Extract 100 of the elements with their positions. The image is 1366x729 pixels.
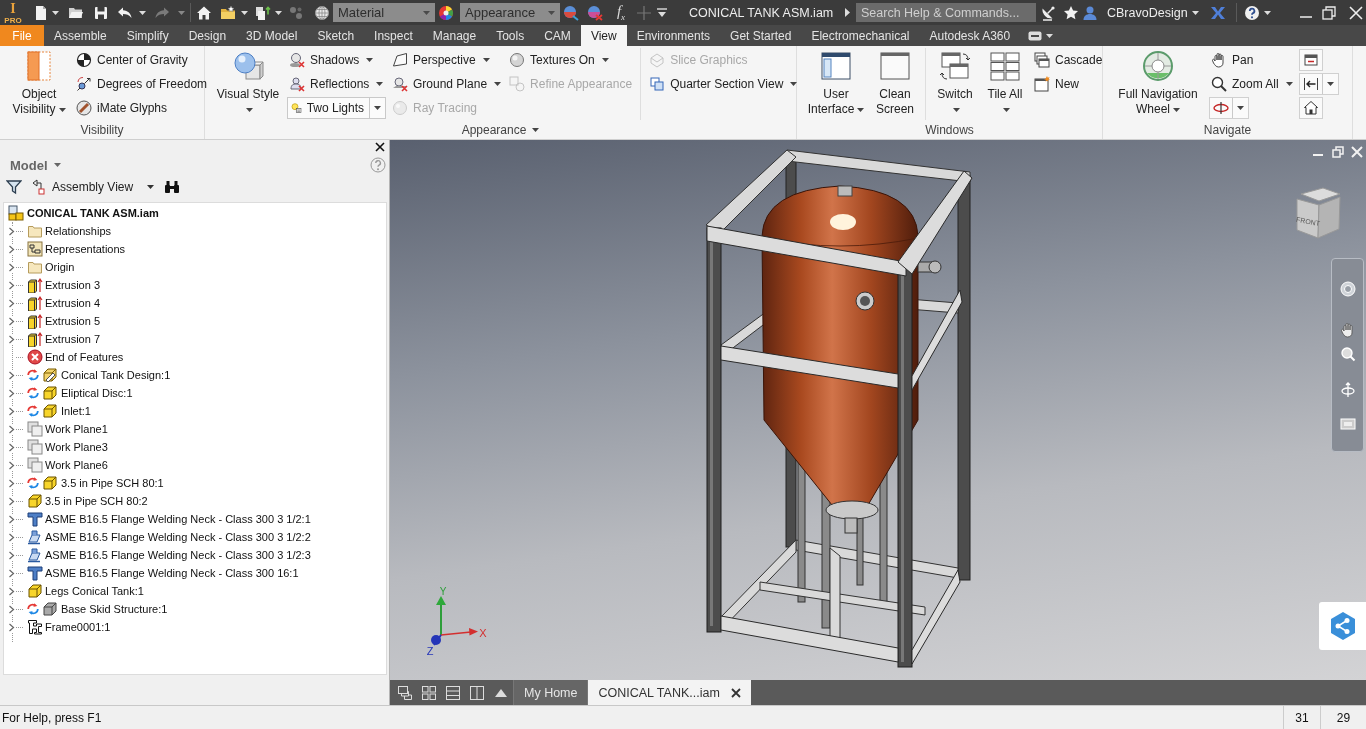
ribbon-tab[interactable]: Environments (626, 25, 721, 46)
icon-button[interactable] (1298, 73, 1339, 95)
help-icon[interactable] (1244, 4, 1260, 21)
ribbon-button[interactable]: Center of Gravity (74, 48, 190, 72)
ribbon-tab[interactable]: Design (178, 25, 237, 46)
expand-arrow-icon[interactable] (8, 622, 15, 632)
tree-item[interactable]: ASME B16.5 Flange Welding Neck - Class 300 3 1/2:3 (45, 549, 311, 561)
customize-menu-icon[interactable] (657, 7, 667, 18)
expand-arrow-icon[interactable] (8, 514, 15, 524)
caret-icon[interactable] (241, 10, 248, 15)
rows-icon[interactable] (445, 684, 461, 701)
ribbon-button[interactable]: Visual Style (213, 48, 283, 117)
ribbon-button[interactable]: Shadows (287, 48, 376, 72)
share-button[interactable] (1319, 602, 1366, 650)
ribbon-button[interactable]: Zoom All (1209, 72, 1295, 96)
ribbon-button[interactable]: Degrees of Freedom (74, 72, 210, 96)
expand-arrow-icon[interactable] (8, 496, 15, 506)
sphere-magnifier-icon[interactable] (563, 4, 579, 21)
tree-item[interactable]: Extrusion 7 (45, 333, 101, 345)
search-field[interactable]: Search Help & Commands... (856, 3, 1036, 22)
browser-title-menu[interactable]: Model (10, 157, 61, 173)
lighting-dropdown[interactable]: Two Lights (287, 97, 386, 119)
filter-icon[interactable] (6, 179, 22, 195)
ribbon-tab[interactable]: Inspect (364, 25, 423, 46)
right-arrow-icon[interactable] (845, 8, 850, 17)
ribbon-button[interactable]: iMate Glyphs (74, 96, 170, 120)
hand-icon[interactable] (1339, 322, 1356, 338)
restore-icon[interactable] (1321, 4, 1337, 21)
view-dropdown[interactable]: Assembly View (32, 179, 155, 195)
tree-item[interactable]: Inlet:1 (61, 405, 91, 417)
ribbon-button[interactable]: Ground Plane (390, 72, 504, 96)
tree-item[interactable]: CONICAL TANK ASM.iam (27, 207, 159, 219)
tree-item[interactable]: Work Plane1 (45, 423, 108, 435)
tree-item[interactable]: Extrusion 3 (45, 279, 101, 291)
tree-item[interactable]: Extrusion 5 (45, 315, 101, 327)
ribbon-button[interactable]: Switch (932, 48, 978, 117)
tree-item[interactable]: Legs Conical Tank:1 (45, 585, 144, 597)
caret-icon[interactable] (1192, 10, 1199, 15)
minus-box-icon[interactable] (1028, 30, 1043, 41)
ribbon-button[interactable]: Tile All (982, 48, 1028, 117)
tree-item[interactable]: Origin (45, 261, 75, 273)
tree-item[interactable]: 3.5 in Pipe SCH 80:1 (61, 477, 164, 489)
satellite-dish-icon[interactable] (1040, 4, 1056, 21)
expand-arrow-icon[interactable] (8, 406, 15, 416)
expand-arrow-icon[interactable] (8, 568, 15, 578)
ribbon-button[interactable]: Perspective (390, 48, 492, 72)
globe-icon[interactable] (314, 4, 330, 21)
columns-icon[interactable] (469, 684, 485, 701)
tree-item[interactable]: ASME B16.5 Flange Welding Neck - Class 300 3 1/2:2 (45, 531, 311, 543)
expand-arrow-icon[interactable] (8, 532, 15, 542)
caret-icon[interactable] (52, 10, 59, 15)
ribbon-button[interactable]: Textures On (507, 48, 611, 72)
home-icon[interactable] (196, 4, 212, 21)
user-name[interactable]: CBravoDesign (1107, 5, 1187, 20)
rectangle-icon[interactable] (1339, 416, 1356, 432)
new-file-icon[interactable] (33, 4, 49, 21)
ribbon-button[interactable]: Clean Screen (871, 48, 919, 117)
document-tab[interactable]: CONICAL TANK...iam (587, 680, 751, 705)
expand-arrow-icon[interactable] (8, 280, 15, 290)
expand-arrow-icon[interactable] (8, 334, 15, 344)
caret-icon[interactable] (139, 10, 146, 15)
icon-button[interactable] (1298, 97, 1323, 119)
expand-arrow-icon[interactable] (8, 442, 15, 452)
icon-button[interactable] (1298, 49, 1323, 71)
ribbon-button[interactable]: New (1032, 72, 1081, 96)
expand-arrow-icon[interactable] (8, 370, 15, 380)
star-icon[interactable] (1063, 4, 1079, 21)
binoculars-icon[interactable] (164, 179, 181, 195)
ribbon-tab[interactable]: View (580, 25, 627, 46)
zoom-icon[interactable] (1339, 346, 1356, 362)
ribbon-tab[interactable]: 3D Model (236, 25, 308, 46)
close-icon[interactable] (730, 687, 741, 698)
x-logo-icon[interactable] (1210, 4, 1226, 21)
tree-item[interactable]: Eliptical Disc:1 (61, 387, 133, 399)
tree-item[interactable]: 3.5 in Pipe SCH 80:2 (45, 495, 148, 507)
ribbon-button[interactable]: Quarter Section View (647, 72, 800, 96)
ribbon-tab[interactable]: Electromechanical (801, 25, 920, 46)
ribbon-tab[interactable]: CAM (534, 25, 581, 46)
expand-arrow-icon[interactable] (8, 226, 15, 236)
documents-arrow-icon[interactable] (255, 4, 271, 21)
ribbon-button[interactable]: Reflections (287, 72, 386, 96)
tree-item[interactable]: Base Skid Structure:1 (61, 603, 168, 615)
ribbon-button[interactable]: Cascade (1032, 48, 1105, 72)
orbit-icon[interactable] (1339, 382, 1356, 398)
expand-arrow-icon[interactable] (8, 550, 15, 560)
caret-icon[interactable] (1046, 33, 1054, 38)
tree-item[interactable]: End of Features (45, 351, 124, 363)
tree-item[interactable]: Conical Tank Design:1 (61, 369, 171, 381)
expand-arrow-icon[interactable] (8, 460, 15, 470)
grid-icon[interactable] (421, 684, 437, 701)
tree-item[interactable]: Work Plane6 (45, 459, 108, 471)
formula-button[interactable]: f$_{x}$ (611, 2, 631, 23)
ribbon-tab[interactable]: Manage (422, 25, 487, 46)
tree-item[interactable]: Extrusion 4 (45, 297, 101, 309)
ribbon-button[interactable]: Full Navigation Wheel (1111, 48, 1205, 117)
expand-arrow-icon[interactable] (8, 316, 15, 326)
ribbon-tab[interactable]: Autodesk A360 (919, 25, 1021, 46)
expand-arrow-icon[interactable] (8, 262, 15, 272)
ribbon-tab[interactable]: Tools (486, 25, 535, 46)
tree-item[interactable]: ASME B16.5 Flange Welding Neck - Class 300 16:1 (45, 567, 299, 579)
